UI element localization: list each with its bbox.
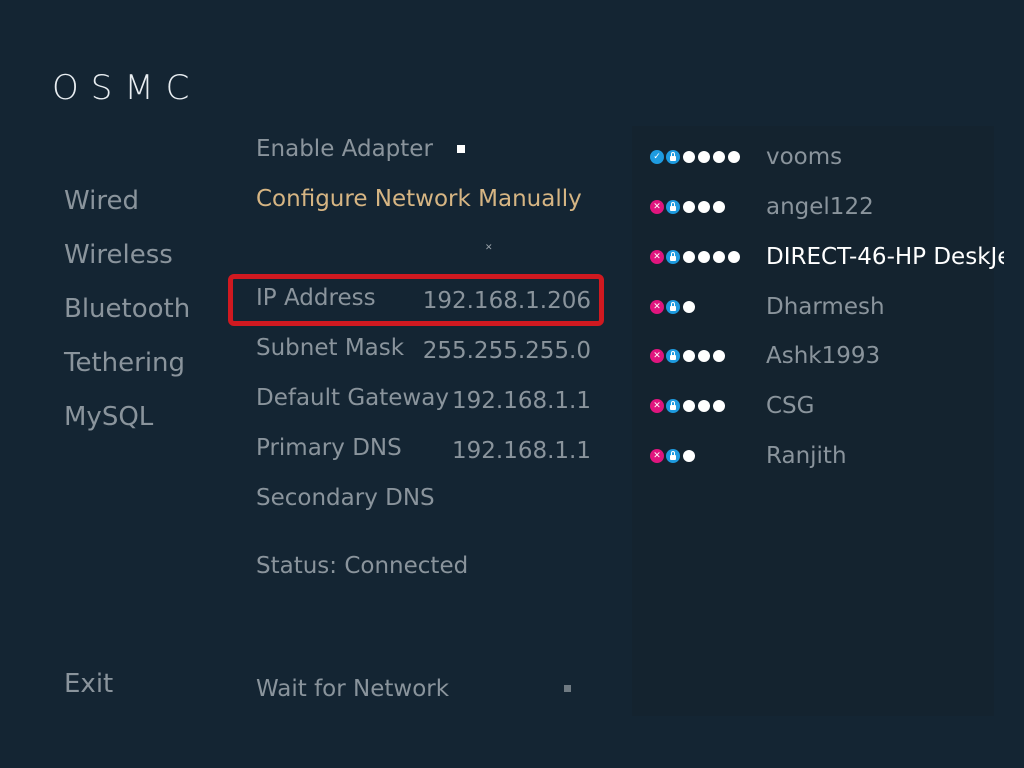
configure-manually-toggle[interactable]: Configure Network Manually xyxy=(256,186,582,212)
sidebar-item-wired[interactable]: Wired xyxy=(64,186,139,216)
signal-dot-icon xyxy=(728,251,740,263)
lock-icon xyxy=(666,449,680,463)
network-item[interactable]: ✕ angel122 xyxy=(650,194,874,220)
exit-button[interactable]: Exit xyxy=(64,669,113,699)
cross-icon: ✕ xyxy=(650,300,664,314)
signal-dot-icon xyxy=(698,151,710,163)
network-name: Ashk1993 xyxy=(766,343,881,369)
signal-dot-icon xyxy=(713,400,725,412)
default-gateway-row[interactable]: Default Gateway xyxy=(256,385,449,411)
signal-dot-icon xyxy=(683,450,695,462)
sidebar-item-wireless[interactable]: Wireless xyxy=(64,240,173,270)
osmc-logo: OSMC xyxy=(52,68,202,108)
signal-dot-icon xyxy=(683,350,695,362)
ip-address-highlight-box xyxy=(228,274,604,326)
enable-adapter-label: Enable Adapter xyxy=(256,136,433,162)
signal-dot-icon xyxy=(698,251,710,263)
signal-dot-icon xyxy=(728,151,740,163)
subnet-mask-row[interactable]: Subnet Mask xyxy=(256,335,404,361)
subnet-mask-value: 255.255.255.0 xyxy=(422,338,591,364)
connection-status: Status: Connected xyxy=(256,553,469,579)
primary-dns-value: 192.168.1.1 xyxy=(452,438,591,464)
network-item[interactable]: ✕ Dharmesh xyxy=(650,294,885,320)
primary-dns-label: Primary DNS xyxy=(256,435,402,461)
cross-icon: ✕ xyxy=(650,449,664,463)
lock-icon xyxy=(666,150,680,164)
lock-icon xyxy=(666,349,680,363)
secondary-dns-label: Secondary DNS xyxy=(256,485,435,511)
signal-dot-icon xyxy=(683,201,695,213)
network-name: Dharmesh xyxy=(766,294,885,320)
network-name: vooms xyxy=(766,144,843,170)
lock-icon xyxy=(666,300,680,314)
primary-dns-row[interactable]: Primary DNS xyxy=(256,435,402,461)
lock-icon xyxy=(666,250,680,264)
cross-icon: ✕ xyxy=(650,399,664,413)
network-name: CSG xyxy=(766,393,815,419)
cross-icon: ✕ xyxy=(650,349,664,363)
default-gateway-label: Default Gateway xyxy=(256,385,449,411)
sidebar-item-tethering[interactable]: Tethering xyxy=(64,348,185,378)
network-item[interactable]: ✕ Ranjith xyxy=(650,443,847,469)
network-name: Ranjith xyxy=(766,443,847,469)
signal-dot-icon xyxy=(713,350,725,362)
subnet-mask-label: Subnet Mask xyxy=(256,335,405,361)
configure-manually-check-icon: ✕ xyxy=(485,243,493,253)
network-item[interactable]: ✕ CSG xyxy=(650,393,814,419)
cross-icon: ✕ xyxy=(650,250,664,264)
signal-dot-icon xyxy=(683,400,695,412)
cross-icon: ✕ xyxy=(650,200,664,214)
wait-for-network-toggle[interactable]: Wait for Network xyxy=(256,676,449,702)
lock-icon xyxy=(666,399,680,413)
default-gateway-value: 192.168.1.1 xyxy=(452,388,591,414)
wait-for-network-checkbox[interactable] xyxy=(564,685,571,692)
network-name: DIRECT-46-HP DeskJet 55 xyxy=(766,244,1004,270)
wait-for-network-label: Wait for Network xyxy=(256,676,450,702)
signal-dot-icon xyxy=(698,201,710,213)
signal-dot-icon xyxy=(698,350,710,362)
network-item[interactable]: ✓ vooms xyxy=(650,144,842,170)
signal-dot-icon xyxy=(713,251,725,263)
network-item[interactable]: ✕ Ashk1993 xyxy=(650,343,880,369)
network-item-selected[interactable]: ✕ DIRECT-46-HP DeskJet 55 xyxy=(650,244,1004,270)
secondary-dns-row[interactable]: Secondary DNS xyxy=(256,485,435,511)
sidebar-item-mysql[interactable]: MySQL xyxy=(64,402,153,432)
check-icon: ✓ xyxy=(650,150,664,164)
network-name: angel122 xyxy=(766,194,874,220)
signal-dot-icon xyxy=(683,251,695,263)
enable-adapter-checkbox[interactable] xyxy=(457,145,465,153)
signal-dot-icon xyxy=(713,151,725,163)
signal-dot-icon xyxy=(683,301,695,313)
sidebar-item-bluetooth[interactable]: Bluetooth xyxy=(64,294,190,324)
enable-adapter-toggle[interactable]: Enable Adapter xyxy=(256,136,433,162)
signal-dot-icon xyxy=(698,400,710,412)
signal-dot-icon xyxy=(713,201,725,213)
signal-dot-icon xyxy=(683,151,695,163)
lock-icon xyxy=(666,200,680,214)
